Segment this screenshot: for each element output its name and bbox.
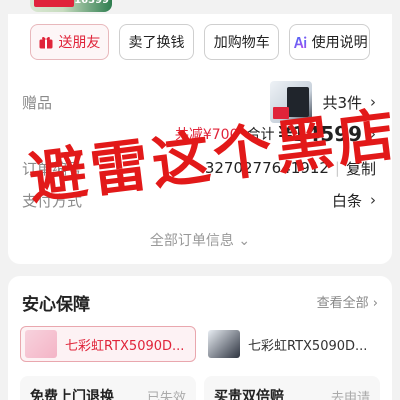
gift-count: 共3件 bbox=[322, 93, 362, 112]
top-product-thumbnail: 16399 bbox=[30, 0, 112, 12]
service-status: 已失效 bbox=[146, 390, 186, 400]
service-status: 去申请 bbox=[330, 390, 370, 400]
usage-guide-label: 使用说明 bbox=[311, 35, 368, 51]
sell-for-cash-button[interactable]: 卖了换钱 bbox=[118, 24, 195, 60]
view-all-label: 查看全部 bbox=[316, 296, 369, 311]
product-thumbnail bbox=[25, 330, 57, 358]
gift-icon bbox=[38, 34, 54, 50]
usage-guide-button[interactable]: 使用说明 bbox=[289, 24, 371, 60]
chevron-right-icon: › bbox=[370, 191, 376, 209]
gift-label: 赠品 bbox=[22, 93, 53, 112]
service-price-protection[interactable]: 买贵双倍赔 去申请 bbox=[204, 376, 380, 400]
add-to-cart-label: 加购物车 bbox=[213, 35, 270, 51]
product-chip[interactable]: 七彩虹RTX5090D... bbox=[204, 326, 380, 362]
gift-row[interactable]: 赠品 共3件 › bbox=[22, 80, 376, 124]
service-name: 免费上门退换 bbox=[30, 389, 114, 400]
service-free-return[interactable]: 免费上门退换 已失效 bbox=[20, 376, 196, 400]
chevron-down-icon: ⌄ bbox=[238, 233, 251, 249]
copy-button[interactable]: 复制 bbox=[346, 158, 376, 179]
action-buttons: 送朋友 卖了换钱 加购物车 使用说明 bbox=[30, 24, 371, 60]
product-name: 七彩虹RTX5090D... bbox=[65, 338, 185, 354]
amount-row[interactable]: 共减¥700 合计 ¥14599 › bbox=[22, 120, 376, 148]
payment-row[interactable]: 支付方式 白条 › bbox=[22, 186, 376, 214]
payment-label: 支付方式 bbox=[22, 191, 83, 210]
order-number-value: 3270277641912 bbox=[204, 159, 329, 177]
order-number-label: 订单编号 bbox=[22, 159, 83, 178]
chevron-right-icon: › bbox=[370, 125, 376, 143]
promo-tag bbox=[34, 0, 74, 7]
guarantee-title: 安心保障 bbox=[22, 295, 90, 315]
share-friend-button[interactable]: 送朋友 bbox=[30, 24, 109, 60]
payment-value: 白条 bbox=[331, 191, 362, 210]
total-label: 合计 bbox=[246, 127, 275, 143]
chevron-right-icon: › bbox=[372, 296, 378, 311]
ai-icon bbox=[292, 34, 308, 50]
share-friend-label: 送朋友 bbox=[58, 35, 101, 51]
divider: | bbox=[334, 159, 340, 177]
sell-for-cash-label: 卖了换钱 bbox=[128, 35, 185, 51]
all-order-info-toggle[interactable]: 全部订单信息 ⌄ bbox=[8, 230, 392, 250]
product-chip-selected[interactable]: 七彩虹RTX5090D... bbox=[20, 326, 196, 362]
top-price: 16399 bbox=[74, 0, 109, 6]
guarantee-card: 安心保障 查看全部 › 七彩虹RTX5090D... 七彩虹RTX5090D..… bbox=[8, 276, 392, 400]
discount-amount: 共减¥700 bbox=[174, 127, 239, 143]
order-card: 送朋友 卖了换钱 加购物车 使用说明 赠品 共3件 › 共减¥700 合计 ¥1… bbox=[8, 14, 392, 264]
add-to-cart-button[interactable]: 加购物车 bbox=[204, 24, 280, 60]
service-name: 买贵双倍赔 bbox=[214, 389, 284, 400]
product-thumbnail bbox=[208, 330, 240, 358]
chevron-right-icon: › bbox=[370, 93, 376, 111]
all-order-info-label: 全部订单信息 bbox=[149, 233, 234, 249]
product-name: 七彩虹RTX5090D... bbox=[248, 338, 368, 354]
total-value: ¥14599 bbox=[278, 122, 363, 146]
view-all-link[interactable]: 查看全部 › bbox=[317, 292, 378, 311]
order-number-row: 订单编号 3270277641912 | 复制 bbox=[22, 154, 376, 182]
gift-product-image bbox=[270, 81, 313, 123]
